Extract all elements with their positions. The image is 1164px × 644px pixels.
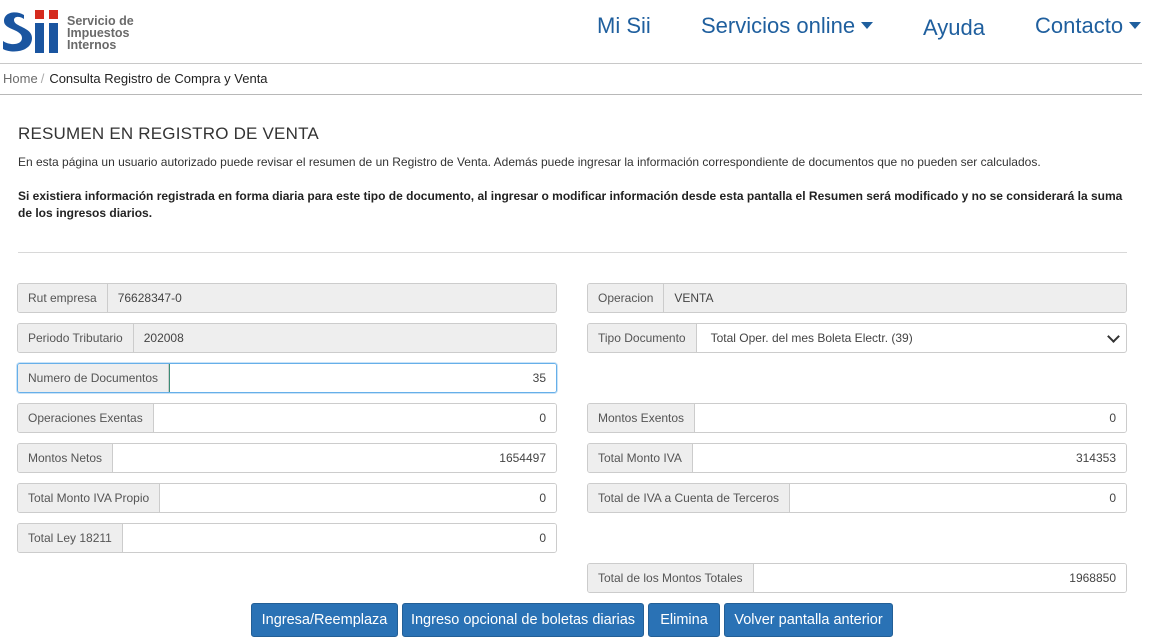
operaciones-exentas-input[interactable] xyxy=(153,404,556,432)
nav-mi-sii[interactable]: Mi Sii xyxy=(597,13,651,39)
sii-logo[interactable]: Servicio de Impuestos Internos xyxy=(2,5,142,55)
rut-empresa-group: Rut empresa 76628347-0 xyxy=(17,283,557,313)
page-title: RESUMEN EN REGISTRO DE VENTA xyxy=(18,124,319,143)
nav-mi-sii-label: Mi Sii xyxy=(597,13,651,38)
site-header: Servicio de Impuestos Internos Mi Sii Se… xyxy=(0,0,1164,64)
total-iva-propio-group: Total Monto IVA Propio xyxy=(17,483,557,513)
total-ley-label: Total Ley 18211 xyxy=(18,524,123,552)
periodo-tributario-label: Periodo Tributario xyxy=(18,324,134,352)
total-iva-propio-label: Total Monto IVA Propio xyxy=(18,484,161,512)
volver-pantalla-anterior-button[interactable]: Volver pantalla anterior xyxy=(724,603,893,637)
section-divider xyxy=(18,252,1127,253)
operaciones-exentas-label: Operaciones Exentas xyxy=(18,404,154,432)
nav-contacto-label: Contacto xyxy=(1035,13,1124,38)
breadcrumb-home[interactable]: Home xyxy=(3,71,38,86)
nav-ayuda[interactable]: Ayuda xyxy=(923,15,985,41)
chevron-down-icon xyxy=(1107,329,1120,343)
rut-empresa-label: Rut empresa xyxy=(18,284,108,312)
total-ley-input[interactable] xyxy=(122,524,556,552)
numero-documentos-label: Numero de Documentos xyxy=(18,364,170,392)
breadcrumb-current: Consulta Registro de Compra y Venta xyxy=(49,71,268,86)
header-divider xyxy=(0,63,1142,64)
montos-exentos-group: Montos Exentos xyxy=(587,403,1127,433)
logo-line-3: Internos xyxy=(67,38,117,52)
operacion-label: Operacion xyxy=(588,284,665,312)
numero-documentos-group: Numero de Documentos xyxy=(17,363,557,393)
montos-netos-label: Montos Netos xyxy=(18,444,114,472)
total-montos-totales-group: Total de los Montos Totales xyxy=(587,563,1127,593)
total-iva-terceros-group: Total de IVA a Cuenta de Terceros xyxy=(587,483,1127,513)
montos-netos-group: Montos Netos xyxy=(17,443,557,473)
ingreso-boletas-diarias-button[interactable]: Ingreso opcional de boletas diarias xyxy=(402,603,644,637)
montos-netos-input[interactable] xyxy=(113,444,556,472)
total-montos-totales-input[interactable] xyxy=(753,564,1126,592)
caret-down-icon xyxy=(861,21,874,29)
caret-down-icon xyxy=(1129,21,1142,29)
operacion-group: Operacion VENTA xyxy=(587,283,1127,313)
total-iva-propio-input[interactable] xyxy=(160,484,556,512)
nav-servicios-online[interactable]: Servicios online xyxy=(701,13,874,39)
montos-exentos-input[interactable] xyxy=(695,404,1126,432)
breadcrumb-separator: / xyxy=(40,71,45,86)
total-monto-iva-label: Total Monto IVA xyxy=(588,444,693,472)
numero-documentos-input[interactable] xyxy=(169,364,556,392)
tipo-documento-group: Tipo Documento Total Oper. del mes Bolet… xyxy=(587,323,1127,353)
operacion-value: VENTA xyxy=(664,284,1126,312)
total-iva-terceros-input[interactable] xyxy=(790,484,1126,512)
intro-text: En esta página un usuario autorizado pue… xyxy=(18,155,1041,169)
total-montos-totales-label: Total de los Montos Totales xyxy=(588,564,754,592)
total-monto-iva-input[interactable] xyxy=(692,444,1126,472)
montos-exentos-label: Montos Exentos xyxy=(588,404,696,432)
periodo-tributario-value: 202008 xyxy=(133,324,556,352)
nav-contacto[interactable]: Contacto xyxy=(1035,13,1142,39)
warning-text: Si existiera información registrada en f… xyxy=(18,189,1123,220)
total-ley-group: Total Ley 18211 xyxy=(17,523,557,553)
tipo-documento-select[interactable]: Total Oper. del mes Boleta Electr. (39) xyxy=(697,324,1126,352)
total-monto-iva-group: Total Monto IVA xyxy=(587,443,1127,473)
rut-empresa-value: 76628347-0 xyxy=(107,284,556,312)
ingresa-reemplaza-button[interactable]: Ingresa/Reemplaza xyxy=(251,603,398,637)
operaciones-exentas-group: Operaciones Exentas xyxy=(17,403,557,433)
sii-logo-mark xyxy=(3,10,58,53)
elimina-button[interactable]: Elimina xyxy=(648,603,720,637)
breadcrumb: Home / Consulta Registro de Compra y Venta xyxy=(3,71,268,86)
logo-text: Servicio de Impuestos Internos xyxy=(67,15,134,52)
total-iva-terceros-label: Total de IVA a Cuenta de Terceros xyxy=(588,484,791,512)
nav-servicios-label: Servicios online xyxy=(701,13,856,38)
breadcrumb-divider xyxy=(0,94,1142,95)
tipo-documento-label: Tipo Documento xyxy=(588,324,697,352)
tipo-documento-selected: Total Oper. del mes Boleta Electr. (39) xyxy=(710,331,913,345)
periodo-tributario-group: Periodo Tributario 202008 xyxy=(17,323,557,353)
nav-ayuda-label: Ayuda xyxy=(923,15,985,40)
